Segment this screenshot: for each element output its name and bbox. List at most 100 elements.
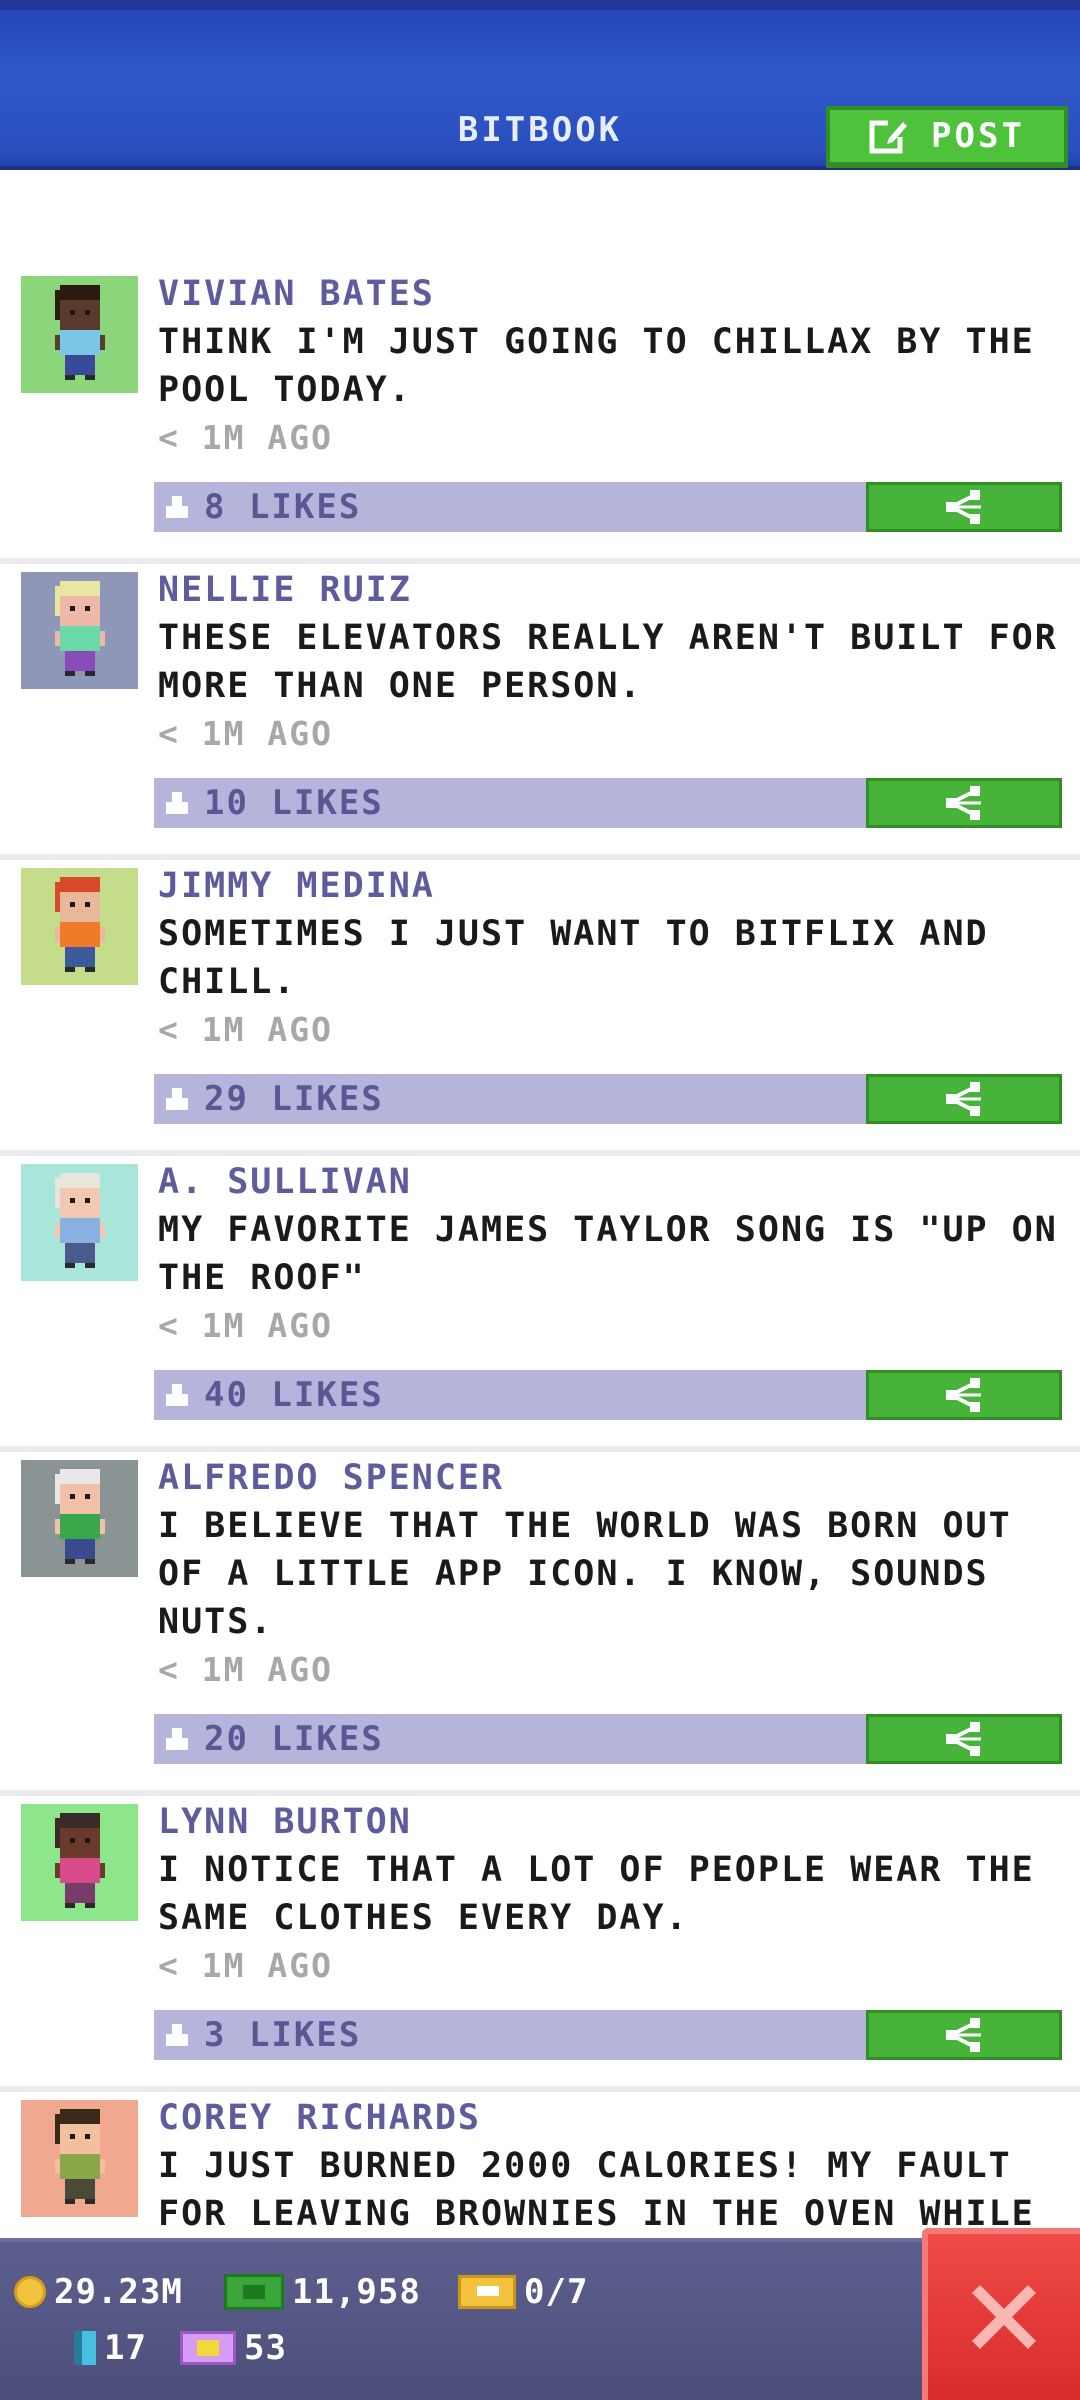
like-button[interactable]: 20 LIKES bbox=[154, 1714, 866, 1764]
like-button[interactable]: 10 LIKES bbox=[154, 778, 866, 828]
likes-count: 40 LIKES bbox=[204, 1375, 384, 1415]
like-button[interactable]: 29 LIKES bbox=[154, 1074, 866, 1124]
likes-count: 29 LIKES bbox=[204, 1079, 384, 1119]
post-time: < 1M AGO bbox=[158, 1306, 333, 1345]
post-text: THESE ELEVATORS REALLY AREN'T BUILT FOR … bbox=[158, 618, 1058, 706]
share-button[interactable] bbox=[866, 1714, 1062, 1764]
feed-post: ALFREDO SPENCER I BELIEVE THAT THE WORLD… bbox=[0, 1452, 1080, 1796]
close-icon bbox=[972, 2285, 1036, 2349]
like-row: 10 LIKES bbox=[154, 778, 1080, 828]
feed-list[interactable]: VIVIAN BATES THINK I'M JUST GOING TO CHI… bbox=[0, 268, 1080, 2238]
author-name[interactable]: LYNN BURTON bbox=[158, 1798, 1080, 1846]
bux-value: 11,958 bbox=[292, 2272, 421, 2312]
feed-post: A. SULLIVAN MY FAVORITE JAMES TAYLOR SON… bbox=[0, 1156, 1080, 1452]
post-body: VIVIAN BATES THINK I'M JUST GOING TO CHI… bbox=[154, 268, 1080, 532]
feed-post: COREY RICHARDS I JUST BURNED 2000 CALORI… bbox=[0, 2092, 1080, 2238]
vip-ticket-icon bbox=[180, 2331, 236, 2365]
app-header: BITBOOK POST bbox=[0, 0, 1080, 170]
share-icon bbox=[946, 490, 981, 524]
post-button-label: POST bbox=[931, 116, 1025, 156]
post-time: < 1M AGO bbox=[158, 714, 333, 753]
author-name[interactable]: A. SULLIVAN bbox=[158, 1158, 1080, 1206]
post-body: LYNN BURTON I NOTICE THAT A LOT OF PEOPL… bbox=[154, 1796, 1080, 2060]
battery-icon bbox=[74, 2331, 96, 2365]
person-avatar-icon bbox=[54, 2108, 105, 2204]
like-row: 29 LIKES bbox=[154, 1074, 1080, 1124]
person-avatar-icon bbox=[54, 1812, 105, 1908]
post-body: ALFREDO SPENCER I BELIEVE THAT THE WORLD… bbox=[154, 1452, 1080, 1764]
like-button[interactable]: 8 LIKES bbox=[154, 482, 866, 532]
thumbs-up-icon bbox=[164, 1088, 192, 1110]
person-avatar-icon bbox=[54, 1172, 105, 1268]
coins-value: 29.23M bbox=[54, 2272, 183, 2312]
like-row: 40 LIKES bbox=[154, 1370, 1080, 1420]
post-time: < 1M AGO bbox=[158, 1946, 333, 1985]
like-button[interactable]: 3 LIKES bbox=[154, 2010, 866, 2060]
avatar[interactable] bbox=[21, 868, 138, 985]
tickets-value: 0/7 bbox=[524, 2272, 589, 2312]
share-icon bbox=[946, 1722, 981, 1756]
thumbs-up-icon bbox=[164, 496, 192, 518]
thumbs-up-icon bbox=[164, 1728, 192, 1750]
edit-icon bbox=[869, 119, 908, 154]
post-body: NELLIE RUIZ THESE ELEVATORS REALLY AREN'… bbox=[154, 564, 1080, 828]
vip-value: 53 bbox=[244, 2328, 287, 2368]
feed-post: JIMMY MEDINA SOMETIMES I JUST WANT TO BI… bbox=[0, 860, 1080, 1156]
author-name[interactable]: COREY RICHARDS bbox=[158, 2094, 1080, 2142]
close-button[interactable] bbox=[922, 2228, 1080, 2400]
like-row: 3 LIKES bbox=[154, 2010, 1080, 2060]
thumbs-up-icon bbox=[164, 2024, 192, 2046]
share-button[interactable] bbox=[866, 482, 1062, 532]
person-avatar-icon bbox=[54, 1468, 105, 1564]
post-text: THINK I'M JUST GOING TO CHILLAX BY THE P… bbox=[158, 322, 1035, 410]
author-name[interactable]: ALFREDO SPENCER bbox=[158, 1454, 1080, 1502]
post-time: < 1M AGO bbox=[158, 418, 333, 457]
likes-count: 8 LIKES bbox=[204, 487, 362, 527]
author-name[interactable]: JIMMY MEDINA bbox=[158, 862, 1080, 910]
bux-stat: 11,958 bbox=[224, 2272, 421, 2312]
post-text: I NOTICE THAT A LOT OF PEOPLE WEAR THE S… bbox=[158, 1850, 1035, 1938]
likes-count: 3 LIKES bbox=[204, 2015, 362, 2055]
thumbs-up-icon bbox=[164, 1384, 192, 1406]
bux-icon bbox=[224, 2274, 284, 2310]
post-text: I BELIEVE THAT THE WORLD WAS BORN OUT OF… bbox=[158, 1506, 1012, 1642]
share-icon bbox=[946, 1082, 981, 1116]
vip-stat: 53 bbox=[180, 2328, 287, 2368]
post-text: MY FAVORITE JAMES TAYLOR SONG IS "UP ON … bbox=[158, 1210, 1058, 1298]
avatar[interactable] bbox=[21, 1804, 138, 1921]
avatar[interactable] bbox=[21, 1460, 138, 1577]
post-time: < 1M AGO bbox=[158, 1650, 333, 1689]
likes-count: 20 LIKES bbox=[204, 1719, 384, 1759]
thumbs-up-icon bbox=[164, 792, 192, 814]
tickets-stat: 0/7 bbox=[458, 2272, 588, 2312]
likes-count: 10 LIKES bbox=[204, 783, 384, 823]
person-avatar-icon bbox=[54, 284, 105, 380]
share-button[interactable] bbox=[866, 1370, 1062, 1420]
avatar[interactable] bbox=[21, 276, 138, 393]
post-text: I JUST BURNED 2000 CALORIES! MY FAULT FO… bbox=[158, 2146, 1035, 2234]
share-icon bbox=[946, 1378, 981, 1412]
batteries-value: 17 bbox=[104, 2328, 147, 2368]
post-time: < 1M AGO bbox=[158, 1010, 333, 1049]
author-name[interactable]: NELLIE RUIZ bbox=[158, 566, 1080, 614]
post-button[interactable]: POST bbox=[826, 106, 1068, 168]
like-button[interactable]: 40 LIKES bbox=[154, 1370, 866, 1420]
author-name[interactable]: VIVIAN BATES bbox=[158, 270, 1080, 318]
share-icon bbox=[946, 2018, 981, 2052]
avatar[interactable] bbox=[21, 1164, 138, 1281]
like-row: 20 LIKES bbox=[154, 1714, 1080, 1764]
coins-stat: 29.23M bbox=[14, 2272, 183, 2312]
feed-post: NELLIE RUIZ THESE ELEVATORS REALLY AREN'… bbox=[0, 564, 1080, 860]
avatar[interactable] bbox=[21, 572, 138, 689]
share-icon bbox=[946, 786, 981, 820]
post-text: SOMETIMES I JUST WANT TO BITFLIX AND CHI… bbox=[158, 914, 989, 1002]
post-body: COREY RICHARDS I JUST BURNED 2000 CALORI… bbox=[158, 2092, 1080, 2238]
feed-post: LYNN BURTON I NOTICE THAT A LOT OF PEOPL… bbox=[0, 1796, 1080, 2092]
avatar[interactable] bbox=[21, 2100, 138, 2217]
batteries-stat: 17 bbox=[74, 2328, 147, 2368]
person-avatar-icon bbox=[54, 580, 105, 676]
share-button[interactable] bbox=[866, 778, 1062, 828]
share-button[interactable] bbox=[866, 2010, 1062, 2060]
feed-post: VIVIAN BATES THINK I'M JUST GOING TO CHI… bbox=[0, 268, 1080, 564]
share-button[interactable] bbox=[866, 1074, 1062, 1124]
